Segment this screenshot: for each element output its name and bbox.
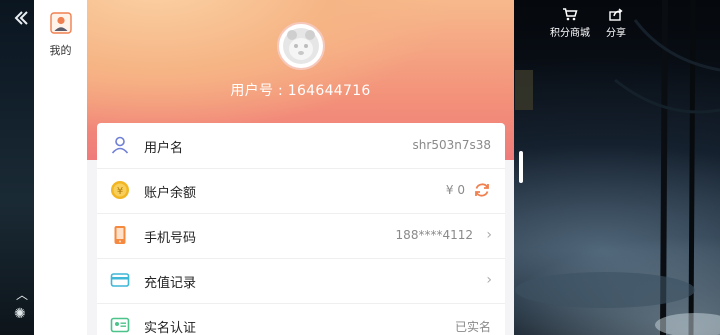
avatar[interactable]: [277, 22, 325, 70]
real-name-status: 已实名: [454, 320, 491, 334]
share-icon: [609, 8, 623, 21]
username-value: shr503n7s38: [412, 138, 491, 152]
balance-label: 账户余额: [144, 186, 197, 201]
sidebar: 我的: [34, 0, 87, 335]
row-balance[interactable]: ¥ 账户余额 ¥ 0: [97, 168, 505, 214]
phone-icon: [114, 226, 126, 244]
left-game-edge: [0, 0, 34, 335]
balance-value: ¥ 0: [445, 183, 465, 197]
scrollbar[interactable]: [519, 151, 523, 183]
row-real-name-auth[interactable]: 实名认证 已实名: [97, 303, 505, 335]
coin-icon: ¥: [111, 181, 129, 199]
person-icon: [49, 12, 72, 34]
phone-label: 手机号码: [144, 231, 197, 246]
night-forest-scenery: [515, 0, 720, 335]
refresh-icon[interactable]: [473, 181, 491, 199]
id-card-icon: [110, 317, 130, 333]
phone-value: 188****4112: [395, 228, 473, 242]
row-username[interactable]: 用户名 shr503n7s38: [97, 123, 505, 169]
sidebar-item-me[interactable]: 我的: [34, 12, 87, 58]
account-info-card: 用户名 shr503n7s38 ¥ 账户余额 ¥ 0 手机号码 188****4…: [97, 123, 505, 335]
row-recharge-history[interactable]: 充值记录 ›: [97, 258, 505, 304]
chevron-right-icon: ›: [486, 272, 492, 288]
chevron-up-icon[interactable]: ︿: [16, 286, 28, 303]
sidebar-item-label: 我的: [49, 44, 72, 57]
points-mall-label: 积分商城: [550, 28, 590, 39]
card-icon: [110, 273, 130, 287]
account-panel: 用户号 : 164644716 用户名 shr503n7s38 ¥ 账户余额 ¥…: [87, 0, 514, 335]
panda-avatar-icon: [283, 28, 319, 64]
username-label: 用户名: [144, 141, 184, 156]
share-label: 分享: [606, 28, 626, 39]
recharge-history-label: 充值记录: [144, 276, 197, 291]
share-button[interactable]: 分享: [606, 8, 626, 39]
real-name-auth-label: 实名认证: [144, 321, 197, 335]
user-id-text: 用户号 : 164644716: [230, 83, 371, 99]
back-arrow-icon[interactable]: [11, 8, 35, 28]
user-icon: [111, 136, 129, 154]
svg-text:¥: ¥: [117, 186, 123, 197]
row-phone[interactable]: 手机号码 188****4112 ›: [97, 213, 505, 259]
chevron-right-icon: ›: [486, 227, 492, 243]
sparkle-icon[interactable]: ✺: [14, 306, 26, 322]
points-mall-button[interactable]: 积分商城: [550, 8, 590, 39]
cart-icon: [563, 8, 578, 21]
